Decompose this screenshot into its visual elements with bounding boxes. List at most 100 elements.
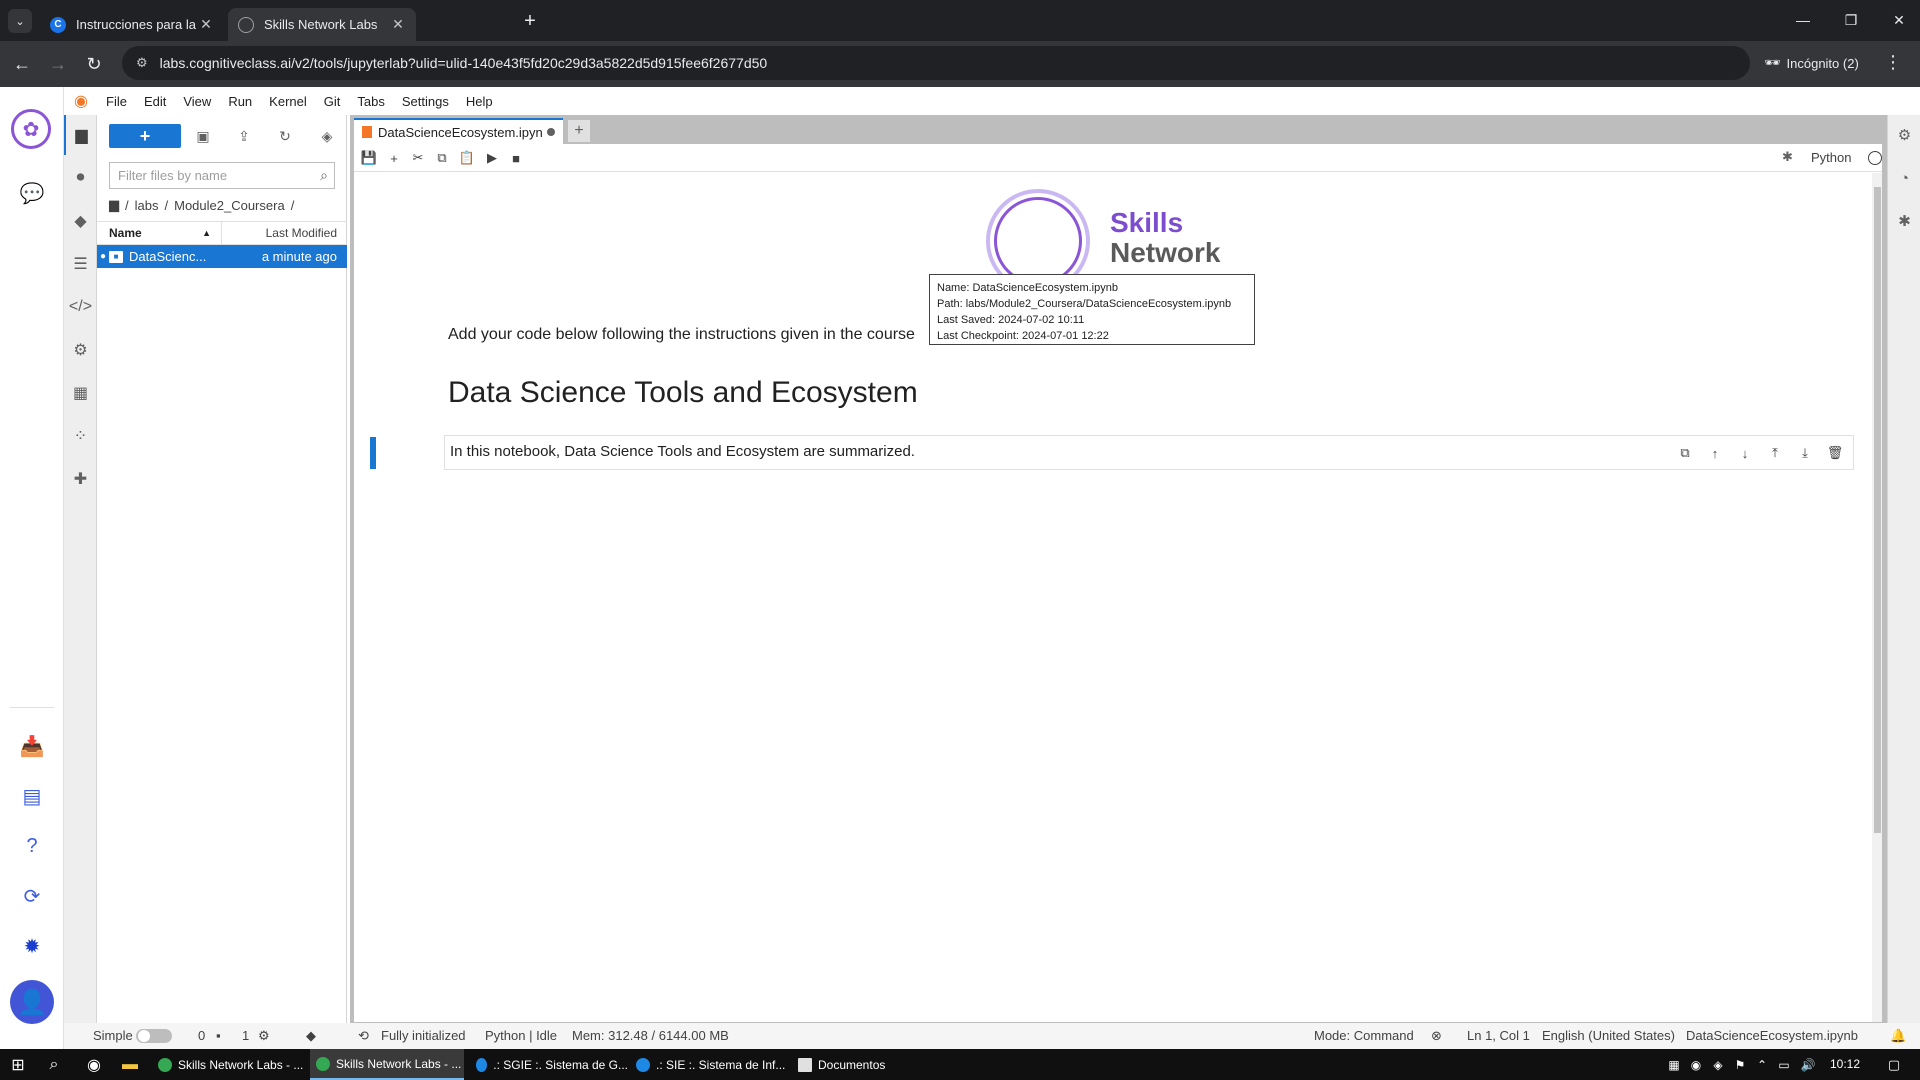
taskbar-clock[interactable]: 10:12 [1830, 1057, 1860, 1071]
upload-icon[interactable]: ⇪ [234, 126, 254, 146]
resource-usage-icon[interactable]: ◔ [1888, 158, 1920, 198]
menu-settings[interactable]: Settings [402, 94, 449, 109]
property-inspector-icon[interactable]: ⚙ [64, 330, 97, 370]
filter-files-field[interactable]: ⌕ [109, 162, 335, 189]
menu-file[interactable]: File [106, 94, 127, 109]
search-icon[interactable]: ⌕ [42, 1053, 66, 1077]
root-folder-icon[interactable]: ▆ [109, 197, 119, 213]
tray-shield-icon[interactable]: ◈ [1706, 1053, 1730, 1077]
site-settings-icon[interactable]: ⚙ [136, 55, 148, 71]
taskbar-app-ie-2[interactable]: .: SIE :. Sistema de Inf... [630, 1049, 788, 1080]
windows-start-icon[interactable]: ⊞ [6, 1053, 30, 1077]
kernels-count[interactable]: 1 [242, 1028, 249, 1043]
language-indicator[interactable]: English (United States) [1542, 1028, 1675, 1043]
insert-cell-icon[interactable]: + [384, 148, 404, 168]
minimize-icon[interactable]: — [1780, 8, 1826, 32]
delete-cell-icon[interactable]: 🗑 [1826, 444, 1844, 462]
tray-expand-icon[interactable]: ⌃ [1750, 1053, 1774, 1077]
stop-icon[interactable]: ■ [506, 148, 526, 168]
back-icon[interactable]: ← [10, 52, 34, 76]
tray-chrome-icon[interactable]: ◉ [1684, 1053, 1708, 1077]
git-icon[interactable]: ◆ [64, 201, 97, 241]
inbox-icon[interactable]: 📥 [16, 730, 48, 762]
volume-icon[interactable]: 🔊 [1796, 1053, 1820, 1077]
git-branch-icon[interactable]: ◆ [306, 1028, 316, 1044]
taskbar-app-documentos[interactable]: Documentos [792, 1049, 944, 1080]
help-icon[interactable]: ? [16, 830, 48, 862]
theme-icon[interactable]: ✹ [16, 930, 48, 962]
address-bar[interactable]: ⚙ labs.cognitiveclass.ai/v2/tools/jupyte… [122, 46, 1750, 80]
tray-app-icon[interactable]: ▦ [1662, 1053, 1686, 1077]
move-down-icon[interactable]: ↓ [1736, 444, 1754, 462]
notebook-tab[interactable]: DataScienceEcosystem.ipyn [354, 118, 563, 144]
kernel-name[interactable]: Python [1811, 150, 1851, 165]
debugger-icon[interactable]: ✱ [1888, 201, 1920, 241]
forward-icon[interactable]: → [46, 52, 70, 76]
taskbar-app-chrome-2[interactable]: Skills Network Labs - ... [310, 1049, 464, 1080]
scrollbar-thumb[interactable] [1874, 187, 1881, 833]
file-explorer-icon[interactable]: ▬ [118, 1053, 142, 1077]
notebook-tools-icon[interactable]: ▦ [64, 373, 97, 413]
menu-view[interactable]: View [183, 94, 211, 109]
restore-icon[interactable]: ❐ [1828, 8, 1874, 32]
browser-tab-instrucciones[interactable]: C Instrucciones para la tarea final ✕ [40, 8, 224, 41]
name-column-header[interactable]: Name ▲ [97, 222, 222, 244]
file-list-row[interactable]: ● ■ DataScienc... a minute ago [97, 245, 347, 268]
copy-icon[interactable]: ⧉ [432, 148, 452, 168]
active-markdown-cell[interactable]: In this notebook, Data Science Tools and… [444, 435, 1854, 470]
menu-git[interactable]: Git [324, 94, 341, 109]
git-clone-icon[interactable]: ◈ [317, 126, 337, 146]
notebook-scrollbar[interactable] [1872, 173, 1882, 1022]
skills-network-logo-icon[interactable]: ✿ [11, 109, 51, 149]
running-sessions-icon[interactable]: ⏺ [64, 158, 97, 198]
move-up-icon[interactable]: ↑ [1706, 444, 1724, 462]
reload-icon[interactable]: ↻ [82, 52, 106, 76]
sync-icon[interactable]: ⟳ [16, 880, 48, 912]
property-inspector-icon[interactable]: ⚙ [1888, 115, 1920, 155]
trusted-icon[interactable]: ⊗ [1431, 1028, 1442, 1044]
tray-flag-icon[interactable]: ⚑ [1728, 1053, 1752, 1077]
cursor-position[interactable]: Ln 1, Col 1 [1467, 1028, 1530, 1043]
browser-menu-icon[interactable]: ⋮ [1884, 52, 1902, 73]
debugger-icon[interactable]: ✱ [1782, 149, 1793, 165]
insert-above-icon[interactable]: ⤒ [1766, 444, 1784, 462]
run-icon[interactable]: ▶ [482, 148, 502, 168]
breadcrumb-item[interactable]: labs [135, 198, 159, 213]
browser-tab-skills[interactable]: Skills Network Labs ✕ [228, 8, 416, 41]
new-launcher-button[interactable]: + [109, 124, 181, 148]
unsaved-indicator-icon[interactable] [546, 128, 555, 136]
new-folder-icon[interactable]: ▣ [193, 126, 213, 146]
terminals-count[interactable]: 0 [198, 1028, 205, 1043]
network-icon[interactable]: ▭ [1772, 1053, 1796, 1077]
close-tab-icon[interactable]: ✕ [390, 16, 406, 33]
puzzle-icon[interactable]: ✚ [64, 459, 97, 499]
menu-edit[interactable]: Edit [144, 94, 166, 109]
close-tab-icon[interactable]: ✕ [198, 16, 214, 33]
tab-search-icon[interactable]: ⌄ [8, 9, 32, 33]
menu-run[interactable]: Run [228, 94, 252, 109]
kernel-state[interactable]: Python | Idle [485, 1028, 557, 1043]
menu-tabs[interactable]: Tabs [357, 94, 384, 109]
user-avatar-icon[interactable]: 👤 [10, 980, 54, 1024]
chat-icon[interactable]: 💬 [16, 177, 48, 209]
extensions-grid-icon[interactable]: ⁘ [64, 416, 97, 456]
cut-icon[interactable]: ✂ [408, 148, 428, 168]
lsp-status[interactable]: Fully initialized [381, 1028, 466, 1043]
incognito-indicator[interactable]: 🕶 Incógnito (2) [1764, 48, 1859, 78]
folder-icon[interactable]: ▆ [64, 115, 97, 155]
last-modified-column-header[interactable]: Last Modified [222, 226, 347, 240]
menu-help[interactable]: Help [466, 94, 493, 109]
taskbar-app-ie-1[interactable]: .: SGIE :. Sistema de G... [470, 1049, 628, 1080]
refresh-icon[interactable]: ↻ [275, 126, 295, 146]
breadcrumb-item[interactable]: Module2_Coursera [174, 198, 285, 213]
taskbar-app-chrome-1[interactable]: Skills Network Labs - ... [152, 1049, 304, 1080]
insert-below-icon[interactable]: ⤓ [1796, 444, 1814, 462]
simple-mode-toggle[interactable] [136, 1029, 172, 1043]
action-center-icon[interactable]: ▢ [1882, 1053, 1906, 1077]
close-window-icon[interactable]: ✕ [1876, 8, 1920, 32]
new-tab-button[interactable]: + [518, 9, 542, 33]
duplicate-cell-icon[interactable]: ⧉ [1676, 444, 1694, 462]
code-snippets-icon[interactable]: </> [64, 287, 97, 327]
add-tab-button[interactable]: + [568, 120, 590, 142]
cortana-icon[interactable]: ◉ [82, 1053, 106, 1077]
